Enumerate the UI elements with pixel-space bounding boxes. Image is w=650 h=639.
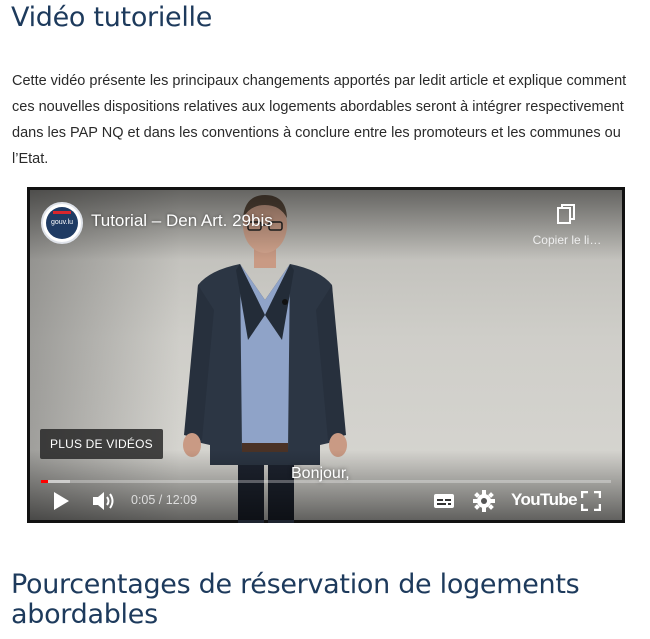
fullscreen-icon <box>580 490 602 512</box>
video-player[interactable]: gouv.lu Tutorial – Den Art. 29bis Copier… <box>27 187 625 523</box>
intro-paragraph: Cette vidéo présente les principaux chan… <box>12 73 627 167</box>
settings-button[interactable] <box>473 485 499 517</box>
more-videos-button[interactable]: PLUS DE VIDÉOS <box>40 429 163 459</box>
subtitles-button[interactable] <box>433 485 459 517</box>
player-controls: 0:05 / 12:09 YouTube <box>27 485 625 517</box>
copy-link-button[interactable]: Copier le li… <box>517 201 617 251</box>
fullscreen-button[interactable] <box>580 485 607 517</box>
copy-link-label: Copier le li… <box>532 233 602 247</box>
volume-button[interactable] <box>91 485 121 517</box>
channel-avatar[interactable]: gouv.lu <box>41 202 83 244</box>
play-button[interactable] <box>51 485 77 517</box>
copy-icon <box>557 204 575 224</box>
channel-avatar-label: gouv.lu <box>50 219 74 226</box>
video-title[interactable]: Tutorial – Den Art. 29bis <box>91 211 273 231</box>
time-display: 0:05 / 12:09 <box>131 493 198 507</box>
subtitles-icon <box>434 494 454 508</box>
play-icon <box>54 492 69 510</box>
gear-icon <box>473 490 495 512</box>
youtube-logo[interactable]: YouTube <box>511 490 578 510</box>
volume-icon <box>93 492 114 510</box>
section-title: Vidéo tutorielle <box>11 2 213 33</box>
progress-fill <box>41 480 48 483</box>
next-section-title: Pourcentages de réservation de logements… <box>11 569 580 630</box>
progress-bar[interactable] <box>41 480 611 483</box>
